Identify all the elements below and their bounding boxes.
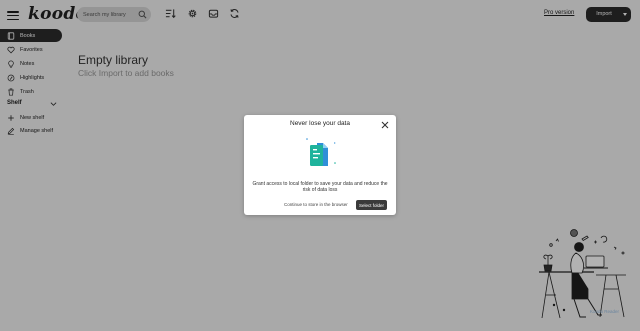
dialog-description: Grant access to local folder to save you… <box>252 181 388 193</box>
folder-document-illustration <box>306 138 336 166</box>
close-icon[interactable] <box>381 121 389 129</box>
select-folder-button[interactable]: Select folder <box>356 200 387 210</box>
dialog-title: Never lose your data <box>290 120 350 127</box>
app-window: koodo Pro version Import <box>0 0 640 331</box>
illustration-credit-watermark: Koodo Reader <box>590 309 620 314</box>
select-folder-label: Select folder <box>358 202 384 208</box>
continue-in-browser-link[interactable]: Continue to store in the browser <box>284 202 348 207</box>
never-lose-data-dialog: Never lose your data Grant access to loc… <box>244 115 396 215</box>
